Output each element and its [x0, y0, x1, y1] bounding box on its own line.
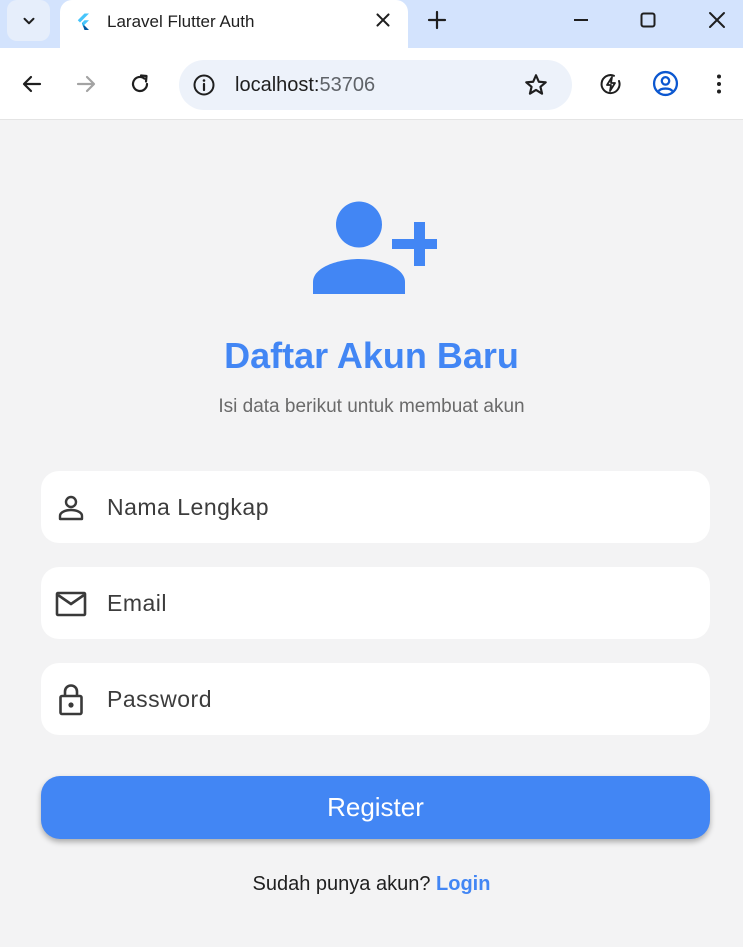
login-link[interactable]: Login: [436, 873, 490, 895]
person-icon: [58, 495, 84, 521]
maximize-icon[interactable]: [636, 8, 660, 32]
flutter-logo-icon: [77, 13, 89, 30]
lightning-icon[interactable]: [599, 72, 623, 96]
register-page: Daftar Akun Baru Isi data berikut untuk …: [0, 121, 743, 947]
close-icon[interactable]: [372, 9, 394, 31]
tab-search-button[interactable]: [7, 0, 50, 41]
login-prompt: Sudah punya akun? Login: [0, 873, 743, 896]
close-icon[interactable]: [705, 8, 729, 32]
lock-icon: [59, 684, 83, 716]
browser-tab-bar: Laravel Flutter Auth: [0, 0, 743, 49]
url-text[interactable]: localhost:53706: [235, 74, 375, 97]
browser-tab[interactable]: Laravel Flutter Auth: [60, 0, 408, 49]
reload-icon[interactable]: [128, 72, 152, 96]
page-subtitle: Isi data berikut untuk membuat akun: [218, 396, 525, 417]
info-icon[interactable]: [191, 72, 217, 98]
login-prompt-text: Sudah punya akun?: [252, 873, 437, 895]
page-title: Daftar Akun Baru: [224, 335, 519, 376]
email-field[interactable]: [41, 567, 710, 639]
name-input[interactable]: [107, 471, 687, 543]
password-field[interactable]: [41, 663, 710, 735]
email-input[interactable]: [107, 567, 687, 639]
arrow-right-icon[interactable]: [74, 72, 98, 96]
more-vert-icon[interactable]: [707, 72, 731, 96]
url-host: localhost:: [235, 74, 320, 96]
plus-icon[interactable]: [425, 8, 449, 32]
star-icon[interactable]: [523, 72, 549, 98]
chevron-down-icon: [23, 17, 34, 24]
arrow-left-icon[interactable]: [20, 72, 44, 96]
person-add-icon: [313, 201, 437, 294]
browser-toolbar: localhost:53706: [0, 48, 743, 120]
minimize-icon[interactable]: [569, 8, 593, 32]
mail-icon: [55, 591, 87, 617]
account-circle-icon[interactable]: [652, 70, 679, 97]
tab-title: Laravel Flutter Auth: [107, 12, 255, 31]
register-button[interactable]: Register: [41, 776, 710, 839]
address-bar[interactable]: localhost:53706: [179, 60, 572, 110]
url-port: 53706: [319, 74, 376, 96]
name-field[interactable]: [41, 471, 710, 543]
password-input[interactable]: [107, 663, 687, 735]
